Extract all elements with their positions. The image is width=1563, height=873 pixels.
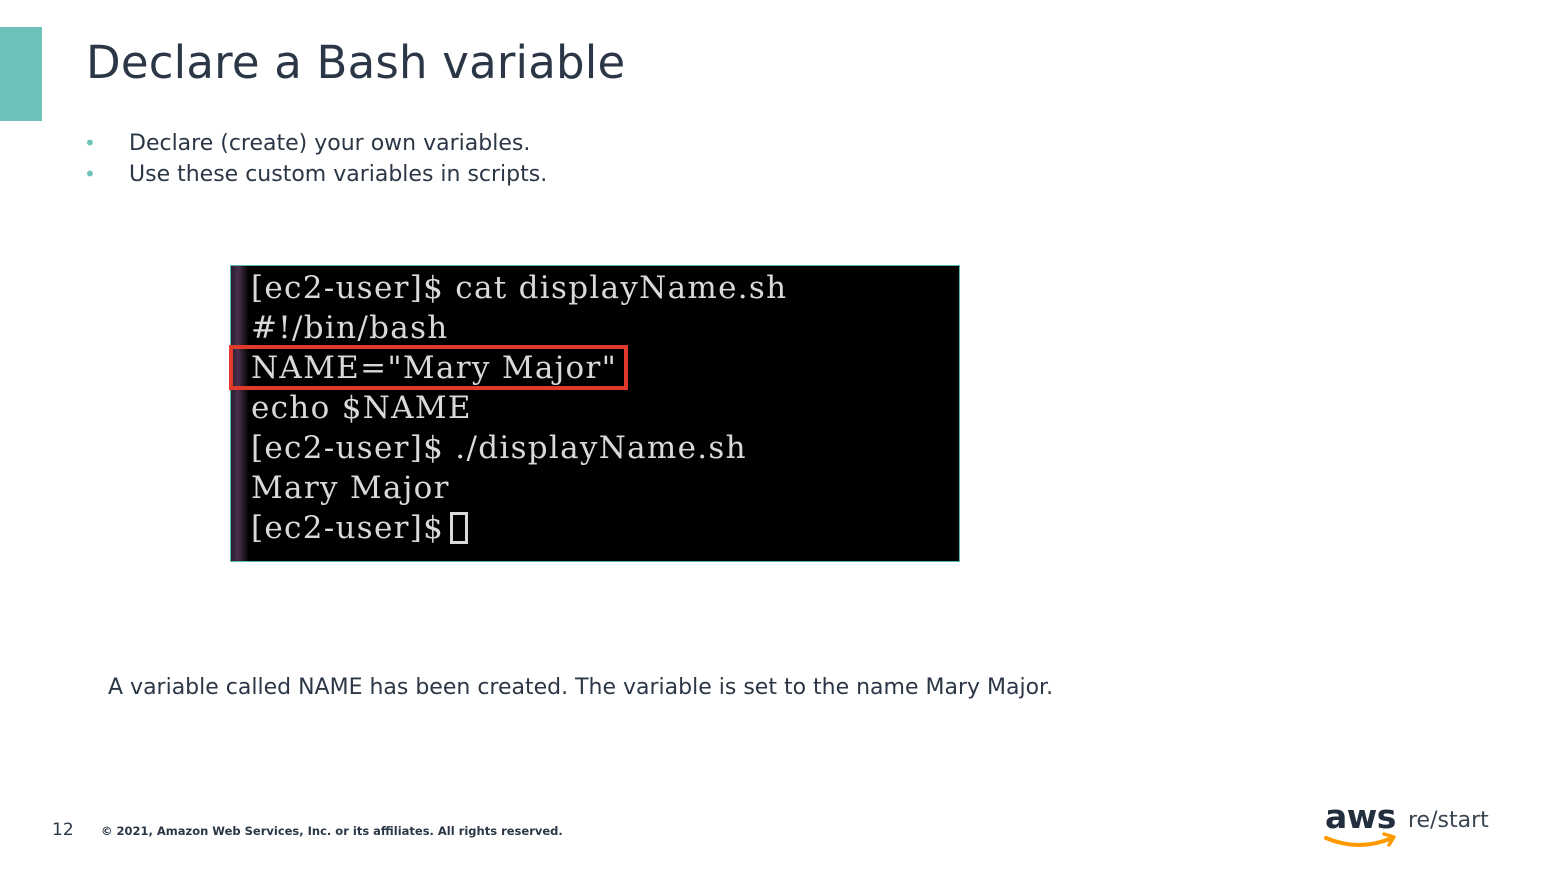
bullet-item: • Declare (create) your own variables.	[84, 128, 547, 159]
caption-text: A variable called NAME has been created.…	[108, 675, 1054, 700]
bullet-dot-icon: •	[84, 162, 96, 186]
terminal-line-shebang: #!/bin/bash	[251, 310, 449, 346]
title-accent-bar	[0, 27, 42, 121]
aws-restart-logo: aws re/start	[1324, 798, 1489, 847]
bullet-item: • Use these custom variables in scripts.	[84, 159, 547, 190]
logo-product-name: re/start	[1408, 808, 1489, 833]
bullet-text: Declare (create) your own variables.	[129, 131, 531, 156]
terminal-line-cat-command: [ec2-user]$ cat displayName.sh	[251, 270, 788, 306]
terminal-screenshot: [ec2-user]$ cat displayName.sh #!/bin/ba…	[230, 265, 960, 562]
logo-wordmark: aws	[1325, 798, 1396, 836]
terminal-line-echo: echo $NAME	[251, 390, 472, 426]
variable-highlight-box	[229, 345, 628, 390]
copyright-notice: © 2021, Amazon Web Services, Inc. or its…	[101, 824, 563, 838]
terminal-line-prompt: [ec2-user]$	[251, 508, 787, 548]
terminal-output: [ec2-user]$ cat displayName.sh #!/bin/ba…	[251, 268, 787, 548]
terminal-line-run-command: [ec2-user]$ ./displayName.sh	[251, 430, 747, 466]
terminal-line-output: Mary Major	[251, 470, 450, 506]
prompt-text: [ec2-user]$	[251, 510, 445, 546]
page-number: 12	[52, 820, 74, 840]
bullet-text: Use these custom variables in scripts.	[129, 162, 548, 187]
bullet-dot-icon: •	[84, 131, 96, 155]
slide-title: Declare a Bash variable	[86, 36, 626, 89]
bullet-list: • Declare (create) your own variables. •…	[84, 128, 547, 190]
terminal-window-edge	[231, 266, 249, 561]
terminal-cursor-icon	[450, 512, 469, 544]
